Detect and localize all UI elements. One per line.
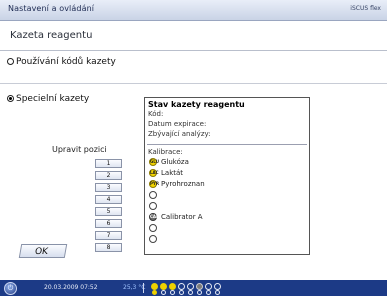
radio-label: Specielní kazety [16, 94, 90, 104]
position-button-7[interactable]: 7 [95, 231, 122, 240]
reagent-lactate-icon [160, 283, 167, 290]
position-button-2[interactable]: 2 [95, 171, 122, 180]
ok-button[interactable]: OK [18, 244, 68, 258]
reagent-glucose-icon [151, 283, 158, 290]
reagent-calibrator-icon [196, 283, 203, 290]
level-indicator-icon [179, 290, 184, 295]
radio-selected-icon [7, 95, 14, 102]
level-indicator-icon [215, 290, 220, 295]
radio-use-cassette-codes[interactable]: Používání kódů kazety [7, 57, 116, 67]
code-label: Kód: [148, 110, 164, 118]
divider [0, 50, 387, 51]
expiry-label: Datum expirace: [148, 120, 207, 128]
glucose-icon: GLU [149, 158, 159, 166]
position-button-3[interactable]: 3 [95, 183, 122, 192]
calibrator-icon: CAL [149, 213, 159, 221]
level-indicator-icon [161, 290, 166, 295]
power-icon[interactable]: ⏻ [4, 282, 17, 295]
level-indicator-icon [188, 290, 193, 295]
position-button-1[interactable]: 1 [95, 159, 122, 168]
pyruvate-icon: PYR [149, 180, 159, 188]
reagent-empty-icon [187, 283, 194, 290]
reagent-pyruvate-icon [169, 283, 176, 290]
adjust-position-label: Upravit pozici [52, 145, 107, 154]
calibration-name: Laktát [161, 169, 184, 177]
reagent-empty-icon [214, 283, 221, 290]
level-indicator-icon [152, 290, 157, 295]
lactate-icon: LAC [149, 169, 159, 177]
remaining-label: Zbývající analýzy: [148, 130, 211, 138]
panel-title: Stav kazety reagentu [148, 100, 245, 109]
empty-slot-icon [149, 191, 157, 199]
empty-slot-icon [149, 202, 157, 210]
reagent-empty-icon [178, 283, 185, 290]
position-button-8[interactable]: 8 [95, 243, 122, 252]
position-button-4[interactable]: 4 [95, 195, 122, 204]
calibration-name: Glukóza [161, 158, 189, 166]
position-button-6[interactable]: 6 [95, 219, 122, 228]
page-title: Kazeta reagentu [10, 30, 93, 41]
level-indicator-icon [197, 290, 202, 295]
level-indicator-icon [170, 290, 175, 295]
radio-unselected-icon [7, 58, 14, 65]
divider [147, 144, 307, 145]
status-bar: ⏻ 20.03.2009 07:52 25,3 °C [0, 280, 387, 296]
title-bar: Nastavení a ovládání iSCUS flex [0, 0, 387, 21]
radio-label: Používání kódů kazety [16, 57, 116, 67]
empty-slot-icon [149, 235, 157, 243]
calibration-label: Kalibrace: [148, 148, 183, 156]
window-title: Nastavení a ovládání [8, 4, 95, 13]
calibration-name: Calibrator A [161, 213, 203, 221]
calibration-name: Pyrohroznan [161, 180, 205, 188]
reagent-empty-icon [205, 283, 212, 290]
empty-slot-icon [149, 224, 157, 232]
position-button-5[interactable]: 5 [95, 207, 122, 216]
level-indicator-icon [206, 290, 211, 295]
divider [0, 83, 387, 84]
datetime: 20.03.2009 07:52 [44, 284, 98, 291]
radio-special-cassettes[interactable]: Specielní kazety [7, 94, 89, 104]
divider [143, 283, 144, 293]
brand-logo: iSCUS flex [350, 5, 381, 12]
cassette-status-panel: Stav kazety reagentu Kód: Datum expirace… [144, 97, 310, 255]
